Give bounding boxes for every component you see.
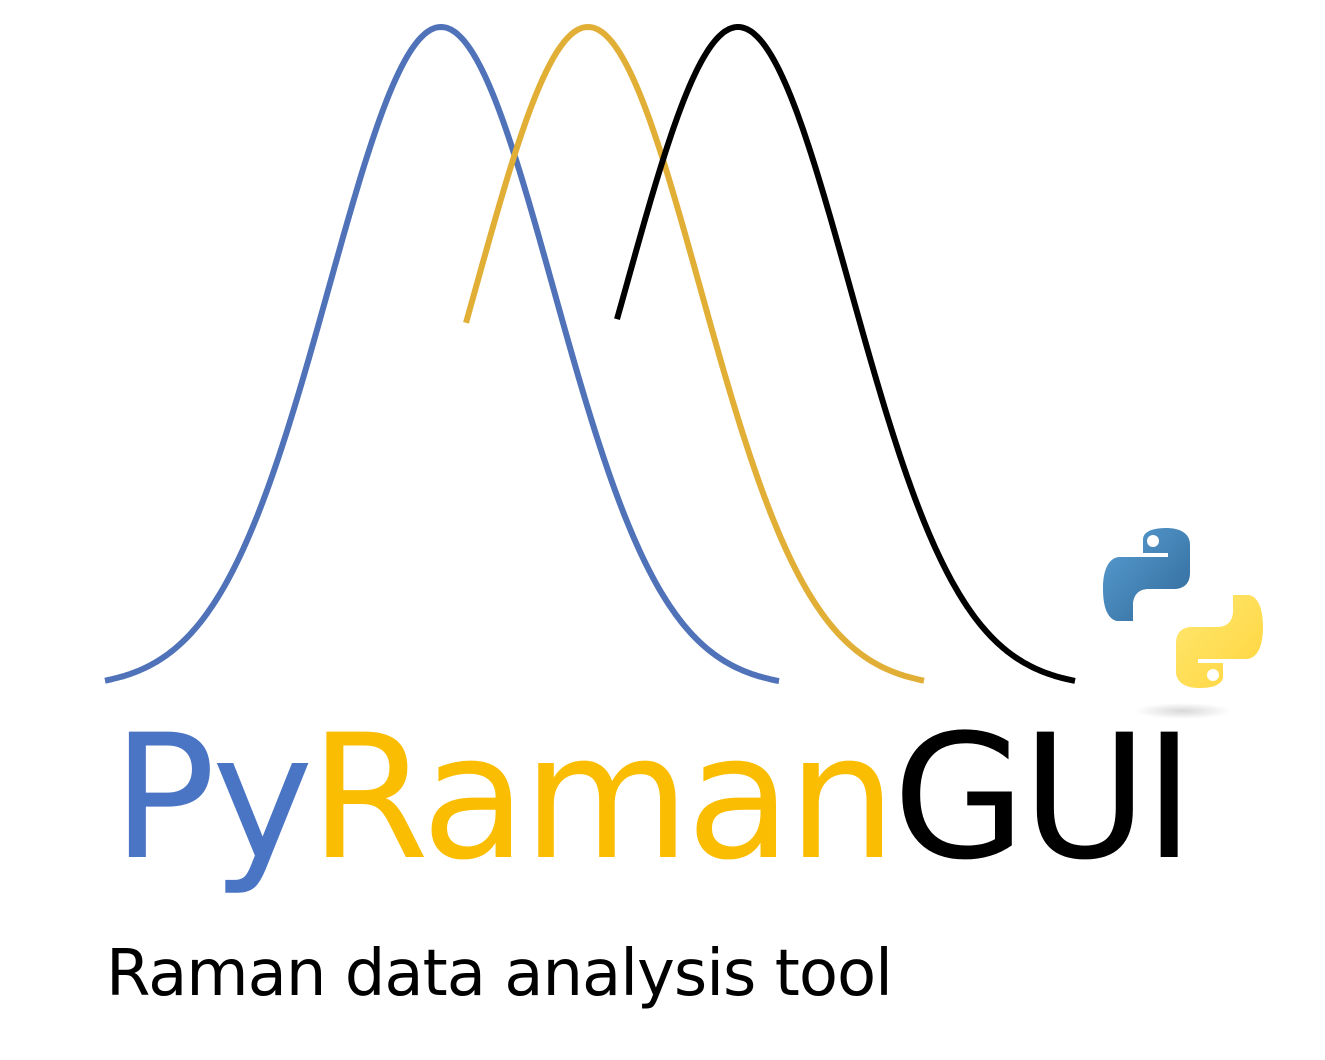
title-gui: GUI	[892, 697, 1195, 898]
python-logo-icon	[1103, 528, 1263, 719]
peak-curve-gold	[463, 23, 925, 684]
title-raman: Raman	[309, 697, 897, 898]
peak-curve-blue	[104, 23, 780, 684]
app-title: PyRamanGUI	[112, 712, 1195, 884]
title-py: Py	[112, 697, 314, 898]
peak-curve-black	[614, 24, 1076, 684]
app-subtitle: Raman data analysis tool	[106, 937, 893, 1011]
